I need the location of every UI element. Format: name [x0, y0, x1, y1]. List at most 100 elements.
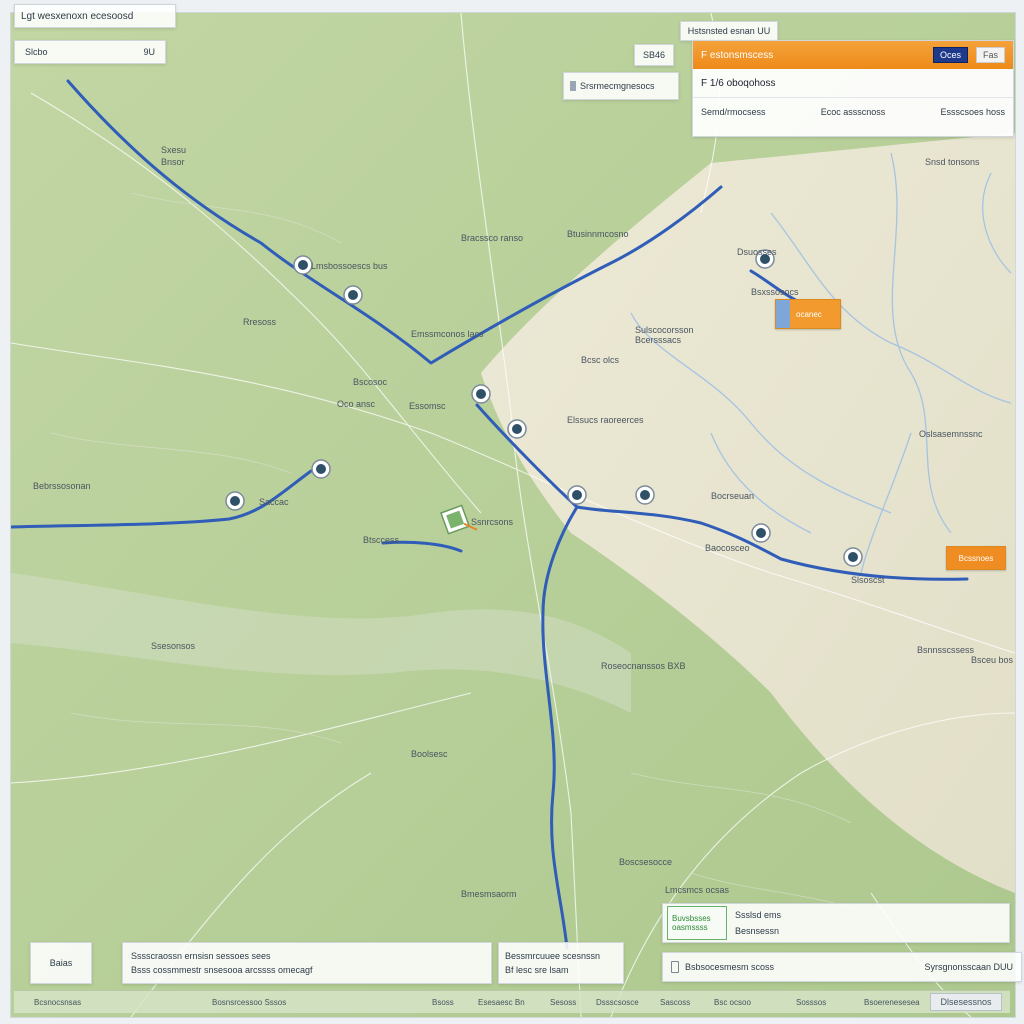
location-marker[interactable] — [311, 459, 331, 479]
map-place-label: Bocrseuan — [711, 491, 754, 501]
map-place-label: Dsuosses — [737, 247, 777, 257]
map-place-label: Bcsc olcs — [581, 355, 620, 365]
map-place-label: Slsoscst — [851, 575, 885, 585]
left-card[interactable]: Baias — [30, 942, 92, 984]
map-place-label: Bracssco ranso — [461, 233, 523, 243]
map-canvas[interactable]: Sxesu Bnsor Bracssco ranso Btusinnmcosno Lms… — [11, 13, 1015, 1017]
tab-left-label: SB46 — [642, 50, 666, 60]
details-line2: Bsss cossmmestr snsesooa arcssss omecagf — [131, 965, 313, 975]
route-meta-row: Semd/rmocsess Ecoc assscnoss Essscsoes h… — [693, 97, 1013, 126]
map-callout-b[interactable]: Bcssnoes — [946, 546, 1006, 570]
info-card-secondary-right: Syrsgnonsscaan DUU — [924, 962, 1013, 972]
search-box[interactable]: Srsrmecmgnesocs — [563, 72, 679, 100]
route-panel-header: F estonsmscess Oces Fas — [693, 41, 1013, 69]
status-item: Bsc ocsoo — [714, 997, 751, 1007]
map-place-label: Bnsor — [161, 157, 185, 167]
location-marker[interactable] — [293, 255, 313, 275]
tab-left[interactable]: SB46 — [634, 44, 674, 66]
status-bar: Bcsnocsnsas Bosnsrcessoo Sssos Bsoss Ese… — [14, 990, 1010, 1013]
map-place-label: Saccac — [259, 497, 289, 507]
left-card-label: Baias — [49, 958, 73, 968]
route-panel-title: F estonsmscess — [701, 49, 774, 61]
info-line2: Besnsessn — [735, 926, 780, 936]
map-place-label: Essomsc — [409, 401, 446, 411]
route-mode-button[interactable]: Oces — [932, 47, 968, 63]
tab-top-label: Hstsnsted esnan UU — [687, 26, 771, 36]
sub-header-left: Slcbo — [25, 47, 48, 57]
location-marker[interactable] — [343, 285, 363, 305]
close-button[interactable]: Fas — [975, 47, 1005, 63]
status-item: Sosssos — [796, 997, 827, 1007]
map-frame[interactable]: Sxesu Bnsor Bracssco ranso Btusinnmcosno Lms… — [10, 12, 1016, 1018]
info-card-secondary-left: Bsbsocesmesm scoss — [671, 961, 774, 973]
map-place-label: Bebrssosonan — [33, 481, 91, 491]
location-marker[interactable] — [567, 485, 587, 505]
callout-b-label: Bcssnoes — [958, 553, 994, 563]
map-place-label: Boolsesc — [411, 749, 448, 759]
map-place-label: Ssnrcsons — [471, 517, 514, 527]
map-place-label: Boscsesocce — [619, 857, 672, 867]
route-meta-left: Semd/rmocsess — [701, 107, 766, 117]
location-marker[interactable] — [635, 485, 655, 505]
window-title: Lgt wesxenoxn ecesoosd — [21, 10, 134, 22]
window-title-bar: Lgt wesxenoxn ecesoosd — [14, 4, 176, 28]
details-secondary-line2: Bf lesc sre lsam — [505, 965, 569, 975]
map-place-label: Elssucs raoreerces — [567, 415, 644, 425]
map-place-label: Bmesmsaorm — [461, 889, 517, 899]
info-card-lines: Ssslsd ems Besnsessn — [735, 910, 781, 936]
info-line1: Ssslsd ems — [735, 910, 782, 920]
map-place-label: Ssesonsos — [151, 641, 196, 651]
sub-header: Slcbo 9U — [14, 40, 166, 64]
location-marker[interactable] — [843, 547, 863, 567]
info-card-badge: Buvsbsses oasmssss — [667, 906, 727, 940]
map-place-label: Btsccess — [363, 535, 400, 545]
details-card-secondary[interactable]: Bessmrcuuee scesnssn Bf lesc sre lsam — [498, 942, 624, 984]
route-meta-mid: Ecoc assscnoss — [820, 107, 886, 117]
status-item: Esesaesc Bn — [478, 997, 525, 1007]
details-card[interactable]: Sssscraossn ernsisn sessoes sees Bsss co… — [122, 942, 492, 984]
status-item: Sascoss — [660, 997, 691, 1007]
map-place-label: Baocosceo — [705, 543, 750, 553]
location-marker[interactable] — [471, 384, 491, 404]
location-marker[interactable] — [751, 523, 771, 543]
search-icon — [570, 81, 576, 91]
map-place-label: Btusinnmcosno — [567, 229, 629, 239]
map-place-label: Bsceu bos — [971, 655, 1014, 665]
phone-icon — [671, 961, 679, 973]
info-badge-line1: Buvsbsses — [672, 914, 711, 923]
map-place-label: Emssmconos lacs — [411, 329, 484, 339]
map-callout-a[interactable]: ocanec — [775, 299, 841, 329]
status-action-button[interactable]: Dlsesessnos — [930, 993, 1002, 1011]
callout-swatch — [776, 300, 790, 328]
details-secondary-line1: Bessmrcuuee scesnssn — [505, 951, 601, 961]
tab-top[interactable]: Hstsnsted esnan UU — [680, 21, 778, 41]
callout-a-label: ocanec — [796, 309, 822, 319]
map-place-label: Bsnnsscssess — [917, 645, 975, 655]
map-place-label: Bsxssosocs — [751, 287, 799, 297]
map-place-label: Oslsasemnssnc — [919, 429, 983, 439]
map-place-label: Rresoss — [243, 317, 277, 327]
status-item: Bcsnocsnsas — [34, 997, 82, 1007]
location-marker[interactable] — [507, 419, 527, 439]
map-place-label: Sulscocorsson — [635, 325, 694, 335]
map-place-label: Snsd tonsons — [925, 157, 980, 167]
map-place-label: Bscosoc — [353, 377, 388, 387]
sub-header-right: 9U — [143, 47, 155, 57]
info-card[interactable]: Buvsbsses oasmssss Ssslsd ems Besnsessn — [662, 903, 1010, 943]
search-input[interactable]: Srsrmecmgnesocs — [580, 81, 655, 91]
status-item: Bsoerenesesea — [864, 997, 920, 1007]
map-place-label: Bcersssacs — [635, 335, 682, 345]
route-meta-right[interactable]: Essscsoes hoss — [940, 107, 1005, 117]
info-badge-line2: oasmssss — [672, 923, 708, 932]
status-item: Bsoss — [432, 997, 454, 1007]
info-card-secondary[interactable]: Bsbsocesmesm scoss Syrsgnonsscaan DUU — [662, 952, 1022, 982]
info-card-secondary-text: Bsbsocesmesm scoss — [685, 962, 775, 972]
status-item: Sesoss — [550, 997, 577, 1007]
map-place-label: Sxesu — [161, 145, 186, 155]
details-line1: Sssscraossn ernsisn sessoes sees — [131, 951, 271, 961]
route-panel: F estonsmscess Oces Fas F 1/6 oboqohoss … — [692, 40, 1014, 137]
location-marker[interactable] — [225, 491, 245, 511]
map-place-label: Lmsbossoescs bus — [311, 261, 388, 271]
map-place-label: Roseocnanssos BXB — [601, 661, 686, 671]
map-place-label: Lmcsmcs ocsas — [665, 885, 730, 895]
